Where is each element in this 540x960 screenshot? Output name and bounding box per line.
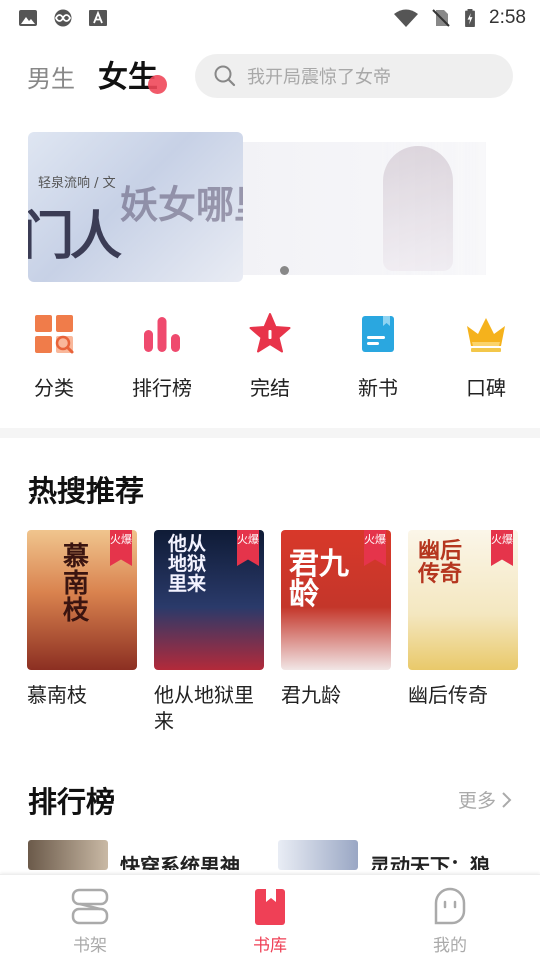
quick-nav-new-book[interactable]: 新书 — [324, 312, 432, 402]
bottom-nav-label: 书架 — [73, 936, 107, 956]
active-tab-indicator — [148, 75, 167, 94]
banner-main-title: 门人 — [28, 206, 122, 267]
cover-title: 君九龄 — [289, 547, 349, 612]
no-sim-icon — [432, 9, 450, 27]
rank-book-name: 快穿系统男神 — [120, 854, 240, 870]
book-cover: 慕南枝 火爆 — [27, 530, 137, 670]
banner-overlay-title: 妖女哪里逃 — [120, 182, 243, 227]
banner-author: 轻泉流响 / 文 — [38, 176, 116, 191]
quick-nav-finished[interactable]: 完结 — [216, 312, 324, 402]
bottom-nav-library[interactable]: 书库 — [180, 875, 360, 960]
hot-badge: 火爆 — [364, 530, 386, 566]
book-title: 他从地狱里来 — [154, 683, 254, 733]
book-cover: 幽后传奇 火爆 — [408, 530, 518, 670]
bottom-nav-label: 我的 — [433, 936, 467, 956]
banner-carousel[interactable]: 轻泉流响 / 文 门人 妖女哪里逃 — [0, 132, 540, 282]
status-time: 2:58 — [489, 7, 526, 28]
category-icon — [35, 315, 74, 354]
section-divider — [0, 428, 540, 438]
more-label: 更多 — [457, 790, 496, 812]
book-title: 幽后传奇 — [408, 683, 488, 707]
hot-books-list: 慕南枝 火爆 慕南枝 他从地狱里来 火爆 他从地狱里来 君九龄 火爆 君九龄 幽… — [0, 530, 540, 733]
quick-nav-label: 完结 — [250, 376, 290, 400]
cover-title: 慕南枝 — [63, 542, 90, 626]
top-header: 男生 女生 我开局震惊了女帝 — [0, 50, 540, 102]
book-card[interactable]: 慕南枝 火爆 慕南枝 — [27, 530, 137, 708]
hot-badge: 火爆 — [491, 530, 513, 566]
bottom-nav-profile[interactable]: 我的 — [360, 875, 540, 960]
wifi-icon — [394, 9, 419, 27]
rank-item[interactable]: 灵动天下：狼 — [278, 840, 490, 870]
book-card[interactable]: 他从地狱里来 火爆 他从地狱里来 — [154, 530, 264, 734]
hot-badge: 火爆 — [110, 530, 132, 566]
rank-cover — [278, 840, 358, 870]
star-icon — [249, 313, 291, 353]
font-download-icon — [89, 10, 107, 26]
hot-badge: 火爆 — [237, 530, 259, 566]
bar-chart-icon — [144, 317, 180, 352]
rank-title: 排行榜 — [28, 785, 116, 819]
book-title: 君九龄 — [281, 683, 341, 707]
library-icon — [255, 889, 285, 925]
search-placeholder: 我开局震惊了女帝 — [247, 67, 391, 88]
rank-more-link[interactable]: 更多 — [458, 786, 512, 813]
image-icon — [19, 10, 37, 26]
bookshelf-icon — [71, 888, 109, 925]
rank-list: 快穿系统男神 灵动天下：狼 — [0, 840, 540, 870]
book-cover: 他从地狱里来 火爆 — [154, 530, 264, 670]
carousel-page-dot — [280, 266, 289, 275]
book-cover: 君九龄 火爆 — [281, 530, 391, 670]
new-book-icon — [362, 316, 394, 352]
tab-male[interactable]: 男生 — [27, 59, 75, 94]
bookstore-page: 2:58 男生 女生 我开局震惊了女帝 轻泉流响 / 文 门人 妖女哪里逃 — [0, 0, 540, 960]
battery-charging-icon — [465, 9, 475, 27]
hot-search-title: 热搜推荐 — [28, 474, 145, 508]
quick-nav-label: 新书 — [358, 376, 398, 400]
search-icon — [214, 65, 236, 87]
rank-cover — [28, 840, 108, 870]
quick-nav: 分类 排行榜 完结 新书 口碑 — [0, 312, 540, 402]
profile-icon — [434, 887, 466, 925]
status-bar: 2:58 — [0, 0, 540, 36]
quick-nav-category[interactable]: 分类 — [0, 312, 108, 402]
quick-nav-label: 分类 — [34, 376, 74, 400]
book-card[interactable]: 幽后传奇 火爆 幽后传奇 — [408, 530, 518, 708]
infinity-icon — [54, 9, 72, 27]
cover-title: 幽后传奇 — [418, 538, 463, 587]
quick-nav-label: 排行榜 — [132, 376, 192, 400]
cover-title: 他从地狱里来 — [168, 533, 207, 595]
banner-slide[interactable]: 轻泉流响 / 文 门人 妖女哪里逃 — [28, 132, 243, 282]
book-title: 慕南枝 — [27, 683, 87, 707]
bottom-nav: 书架 书库 我的 — [0, 874, 540, 960]
rank-book-name: 灵动天下：狼 — [370, 854, 490, 870]
rank-item[interactable]: 快穿系统男神 — [28, 840, 240, 870]
bottom-nav-label: 书库 — [253, 936, 287, 956]
chevron-right-icon — [502, 791, 512, 808]
search-bar[interactable]: 我开局震惊了女帝 — [195, 54, 513, 98]
crown-icon — [467, 318, 505, 352]
banner-figure-illustration — [383, 146, 453, 271]
bottom-nav-bookshelf[interactable]: 书架 — [0, 875, 180, 960]
quick-nav-reputation[interactable]: 口碑 — [432, 312, 540, 402]
quick-nav-label: 口碑 — [466, 376, 506, 400]
quick-nav-ranking[interactable]: 排行榜 — [108, 312, 216, 402]
banner-side-image — [243, 142, 486, 275]
book-card[interactable]: 君九龄 火爆 君九龄 — [281, 530, 391, 708]
